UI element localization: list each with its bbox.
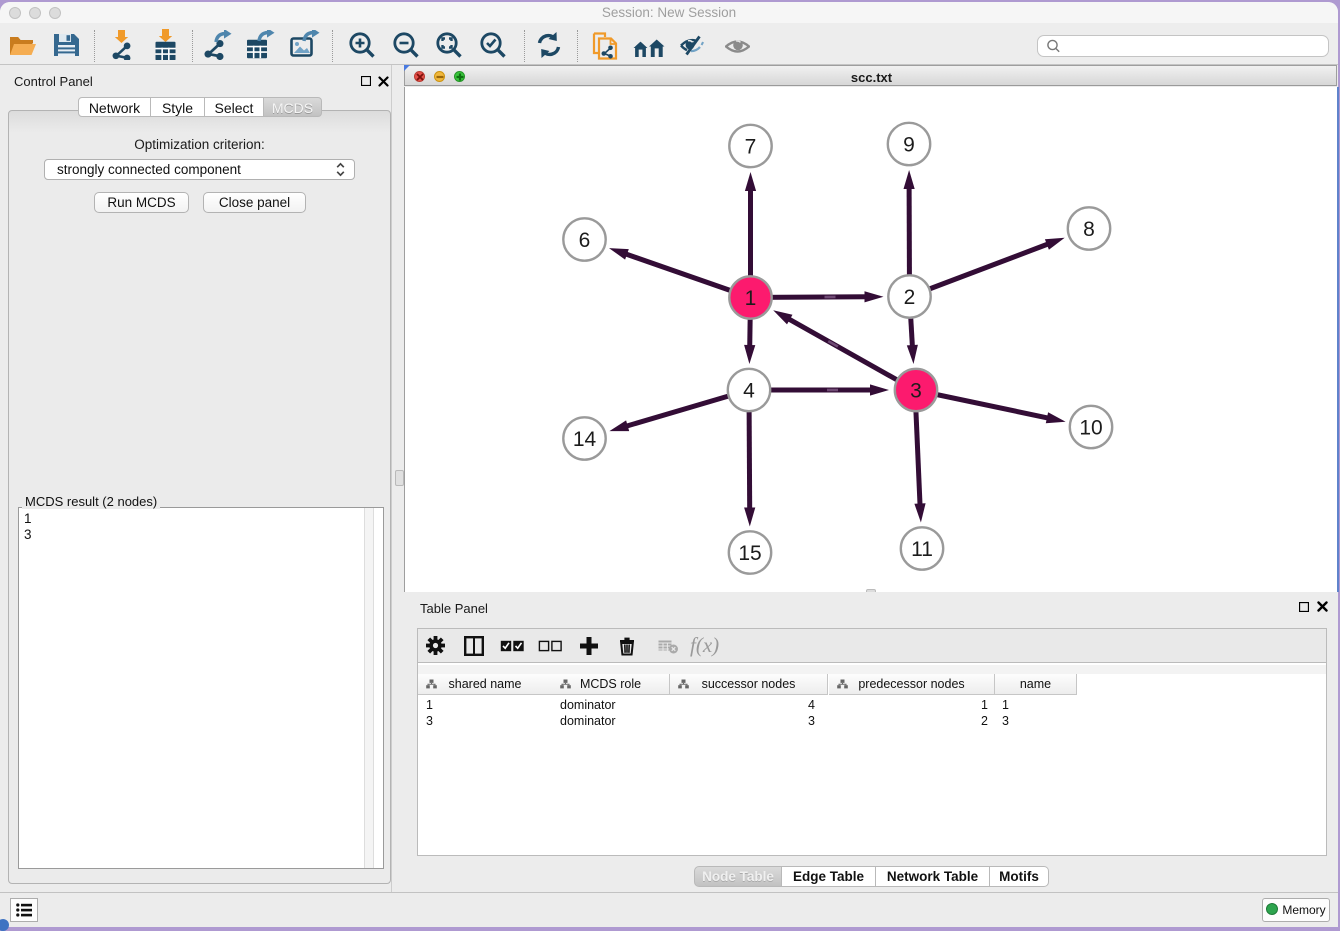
svg-text:2: 2 (904, 286, 916, 309)
svg-text:9: 9 (903, 134, 915, 157)
svg-text:1: 1 (745, 287, 757, 310)
svg-text:7: 7 (745, 136, 757, 159)
svg-text:14: 14 (573, 428, 597, 451)
svg-text:8: 8 (1083, 218, 1095, 241)
svg-text:4: 4 (743, 380, 755, 403)
svg-text:10: 10 (1079, 417, 1102, 440)
svg-text:3: 3 (910, 380, 922, 403)
svg-text:6: 6 (579, 229, 591, 252)
svg-text:15: 15 (738, 542, 761, 565)
svg-text:11: 11 (911, 538, 933, 561)
